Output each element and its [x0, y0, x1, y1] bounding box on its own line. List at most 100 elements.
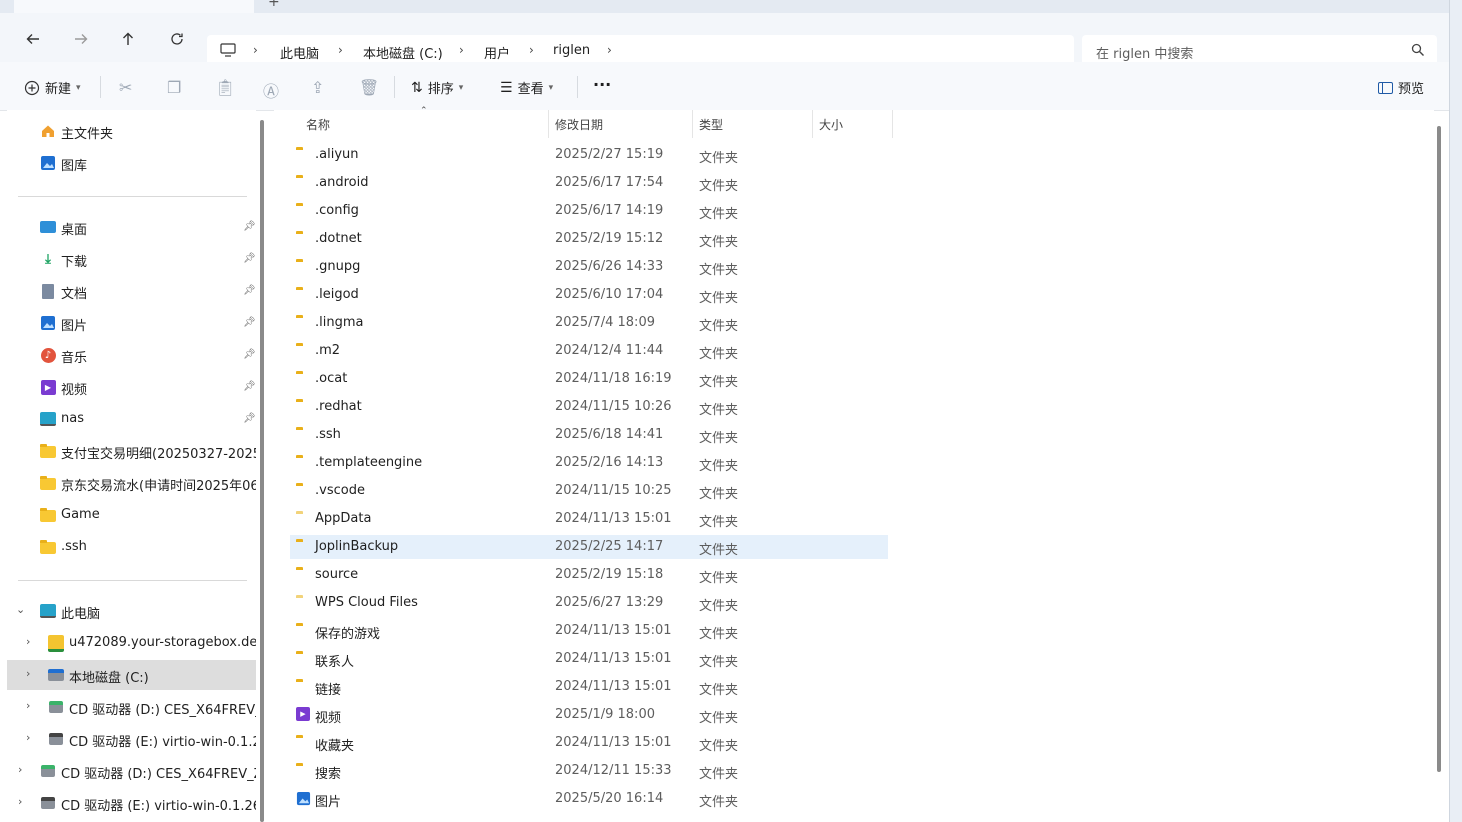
file-date: 2024/11/18 16:19	[555, 371, 672, 386]
table-row[interactable]: .gnupg 2025/6/26 14:33 文件夹	[290, 255, 888, 279]
pin-icon[interactable]: 📌︎	[243, 413, 256, 424]
table-row[interactable]: .lingma 2025/7/4 18:09 文件夹	[290, 311, 888, 335]
chevron-right-icon[interactable]: ›	[529, 43, 534, 57]
sidebar-scrollbar[interactable]	[260, 120, 264, 822]
table-row[interactable]: .aliyun 2025/2/27 15:19 文件夹	[290, 143, 888, 167]
sidebar-item-pictures[interactable]: 图片 📌︎	[7, 308, 256, 338]
sidebar-item-desktop[interactable]: 桌面 📌︎	[7, 212, 256, 242]
table-row[interactable]: JoplinBackup 2025/2/25 14:17 文件夹	[290, 535, 888, 559]
pin-icon[interactable]: 📌︎	[243, 285, 256, 296]
table-row[interactable]: ▶ 视频 2025/1/9 18:00 文件夹	[290, 703, 888, 727]
table-row[interactable]: .leigod 2025/6/10 17:04 文件夹	[290, 283, 888, 307]
sidebar-item-cd-drive-e-root[interactable]: › CD 驱动器 (E:) virtio-win-0.1.262	[7, 788, 256, 818]
sidebar-item-cd-drive-e[interactable]: › CD 驱动器 (E:) virtio-win-0.1.262	[7, 724, 256, 754]
new-tab-button[interactable]: +	[268, 0, 280, 10]
table-row[interactable]: 图片 2025/5/20 16:14 文件夹	[290, 787, 888, 811]
pin-icon[interactable]: 📌︎	[243, 317, 256, 328]
table-row[interactable]: 收藏夹 2024/11/13 15:01 文件夹	[290, 731, 888, 755]
chevron-right-icon[interactable]: ›	[18, 763, 22, 776]
column-divider[interactable]	[692, 110, 693, 138]
view-button[interactable]: ☰ 查看 ▾	[500, 78, 553, 98]
breadcrumb-users[interactable]: 用户	[484, 43, 510, 62]
share-icon[interactable]: ⇪	[311, 78, 324, 97]
chevron-right-icon[interactable]: ›	[459, 43, 464, 57]
column-header-size[interactable]: 大小	[819, 116, 843, 133]
table-row[interactable]: AppData 2024/11/13 15:01 文件夹	[290, 507, 888, 531]
table-row[interactable]: .templateengine 2025/2/16 14:13 文件夹	[290, 451, 888, 475]
column-header-type[interactable]: 类型	[699, 116, 723, 133]
sidebar-item-music[interactable]: ♪ 音乐 📌︎	[7, 340, 256, 370]
sidebar-item-recent-folder[interactable]: .ssh	[7, 532, 256, 562]
sidebar-item-local-disk-c[interactable]: › 本地磁盘 (C:)	[7, 660, 256, 690]
breadcrumb-this-pc[interactable]: 此电脑	[280, 43, 319, 62]
pin-icon[interactable]: 📌︎	[243, 253, 256, 264]
file-name: .android	[315, 175, 369, 190]
table-row[interactable]: .dotnet 2025/2/19 15:12 文件夹	[290, 227, 888, 251]
sidebar-item-nas[interactable]: nas 📌︎	[7, 404, 256, 434]
table-row[interactable]: .ssh 2025/6/18 14:41 文件夹	[290, 423, 888, 447]
delete-icon[interactable]: 🗑︎	[359, 78, 379, 97]
rename-icon[interactable]: Ⓐ	[263, 78, 279, 102]
sidebar-item-documents[interactable]: 文档 📌︎	[7, 276, 256, 306]
sidebar-item-downloads[interactable]: ⤓ 下载 📌︎	[7, 244, 256, 274]
preview-button[interactable]: 预览	[1378, 78, 1424, 97]
refresh-button[interactable]	[166, 28, 188, 50]
column-divider[interactable]	[892, 110, 893, 138]
list-scrollbar[interactable]	[1437, 126, 1441, 772]
table-row[interactable]: .android 2025/6/17 17:54 文件夹	[290, 171, 888, 195]
cut-icon[interactable]: ✂	[119, 78, 132, 97]
chevron-right-icon[interactable]: ›	[253, 43, 258, 57]
pin-icon[interactable]: 📌︎	[243, 381, 256, 392]
sidebar-item-home[interactable]: 主文件夹	[7, 116, 256, 146]
sidebar-item-this-pc[interactable]: ⌄ 此电脑	[7, 596, 256, 626]
monitor-icon[interactable]	[220, 43, 236, 61]
table-row[interactable]: source 2025/2/19 15:18 文件夹	[290, 563, 888, 587]
chevron-right-icon[interactable]: ›	[18, 795, 22, 808]
column-divider[interactable]	[548, 110, 549, 138]
table-row[interactable]: .vscode 2024/11/15 10:25 文件夹	[290, 479, 888, 503]
table-row[interactable]: WPS Cloud Files 2025/6/27 13:29 文件夹	[290, 591, 888, 615]
back-button[interactable]	[22, 28, 44, 50]
tab-riglen[interactable]: riglen ✕	[14, 0, 254, 13]
chevron-right-icon[interactable]: ›	[26, 699, 30, 712]
sort-button[interactable]: ⇅ 排序 ▾	[411, 78, 463, 98]
search-icon[interactable]	[1411, 43, 1425, 61]
sidebar-item-recent-folder[interactable]: 支付宝交易明细(20250327-20250627)	[7, 436, 256, 466]
table-row[interactable]: 搜索 2024/12/11 15:33 文件夹	[290, 759, 888, 783]
sidebar-item-gallery[interactable]: 图库	[7, 148, 256, 178]
column-header-date[interactable]: 修改日期	[555, 116, 603, 133]
up-button[interactable]	[117, 28, 139, 50]
table-row[interactable]: .m2 2024/12/4 11:44 文件夹	[290, 339, 888, 363]
sidebar-item-cd-drive-d[interactable]: › CD 驱动器 (D:) CES_X64FREV_ZH-CN_DV9	[7, 692, 256, 722]
sidebar-item-network-drive[interactable]: › u472089.your-storagebox.de	[7, 628, 256, 658]
chevron-right-icon[interactable]: ›	[338, 43, 343, 57]
chevron-right-icon[interactable]: ›	[607, 43, 612, 57]
copy-icon[interactable]: ❐	[167, 78, 181, 97]
column-header-name[interactable]: 名称	[306, 116, 330, 133]
table-row[interactable]: 保存的游戏 2024/11/13 15:01 文件夹	[290, 619, 888, 643]
table-row[interactable]: .redhat 2024/11/15 10:26 文件夹	[290, 395, 888, 419]
pin-icon[interactable]: 📌︎	[243, 349, 256, 360]
breadcrumb-riglen[interactable]: riglen	[553, 43, 590, 58]
table-row[interactable]: .ocat 2024/11/18 16:19 文件夹	[290, 367, 888, 391]
table-row[interactable]: 联系人 2024/11/13 15:01 文件夹	[290, 647, 888, 671]
forward-button[interactable]	[70, 28, 92, 50]
new-button[interactable]: 新建 ▾	[24, 78, 81, 97]
chevron-right-icon[interactable]: ›	[26, 731, 30, 744]
file-type: 文件夹	[699, 151, 739, 166]
sidebar-item-recent-folder[interactable]: Game	[7, 500, 256, 530]
more-options-button[interactable]: ···	[593, 75, 611, 94]
breadcrumb-local-disk[interactable]: 本地磁盘 (C:)	[363, 43, 443, 62]
table-row[interactable]: .config 2025/6/17 14:19 文件夹	[290, 199, 888, 223]
sidebar-item-cd-drive-d-root[interactable]: › CD 驱动器 (D:) CES_X64FREV_ZH-CN_DV9	[7, 756, 256, 786]
sidebar-item-videos[interactable]: ▶ 视频 📌︎	[7, 372, 256, 402]
sidebar-item-recent-folder[interactable]: 京东交易流水(申请时间2025年06月27日)	[7, 468, 256, 498]
chevron-right-icon[interactable]: ›	[26, 667, 30, 680]
table-row[interactable]: 链接 2024/11/13 15:01 文件夹	[290, 675, 888, 699]
pin-icon[interactable]: 📌︎	[243, 221, 256, 232]
paste-icon[interactable]: 📋︎	[215, 78, 235, 97]
sidebar-item-label: 主文件夹	[61, 127, 114, 142]
chevron-down-icon[interactable]: ⌄	[16, 603, 25, 616]
chevron-right-icon[interactable]: ›	[26, 635, 30, 648]
column-divider[interactable]	[812, 110, 813, 138]
